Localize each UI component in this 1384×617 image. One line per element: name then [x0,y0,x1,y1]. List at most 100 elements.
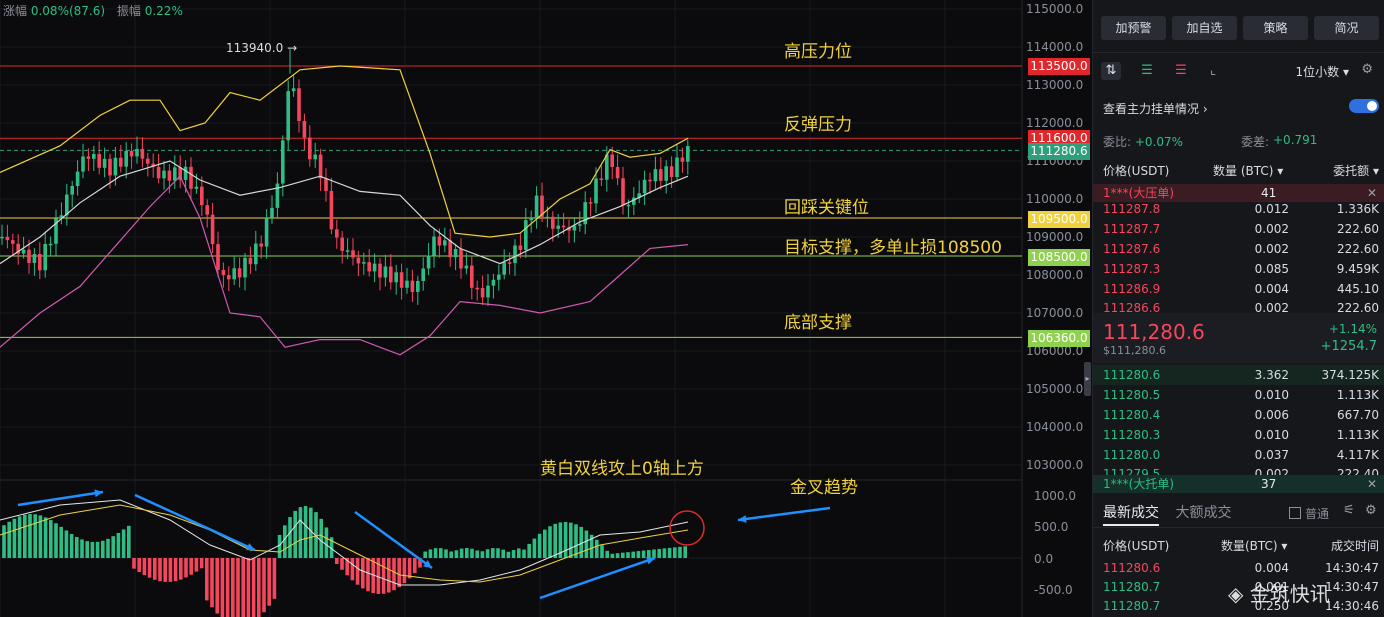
bid-row[interactable]: 111280.3 0.010 1.113K [1093,425,1384,445]
col-total-header[interactable]: 委托额 ▾ [1333,162,1379,179]
macd-bar [7,521,11,558]
bid-price: 111280.0 [1103,448,1161,462]
candle-body [70,186,74,195]
macd-bar [511,550,516,558]
stat-bar: 涨幅 0.08%(87.6) 振幅 0.22% [3,2,191,19]
macd-bar [439,548,443,558]
tab-latest-trades[interactable]: 最新成交 [1103,505,1159,521]
candle-body [108,158,112,176]
bid-qty: 0.002 [1254,467,1289,475]
add-watchlist-button[interactable]: 加自选 [1172,16,1237,40]
candle-body [443,240,447,246]
filter-icon[interactable]: ⚟ [1343,503,1355,518]
normal-label: 普通 [1305,507,1330,521]
chart-canvas[interactable] [0,0,1090,617]
trade-row[interactable]: 111280.6 0.004 14:30:47 [1093,558,1384,578]
macd-bar [626,552,630,558]
macd-bar [569,522,573,558]
tab-large-trades[interactable]: 大额成交 [1175,505,1231,521]
bid-price: 111280.3 [1103,428,1161,442]
macd-bar [361,558,365,589]
y-tick: 112000.0 [1026,116,1084,130]
candle-body [572,225,577,231]
main-orders-link[interactable]: 查看主力挂单情况 › [1103,100,1208,117]
bid-price: 111280.5 [1103,388,1161,402]
diff-label: 委差: [1241,135,1270,149]
candle-body [167,170,172,181]
macd-bar [392,558,396,591]
bid-row[interactable]: 111280.0 0.037 4.117K [1093,445,1384,465]
y-tick: 105000.0 [1026,382,1084,396]
bid-qty: 0.010 [1254,388,1289,402]
candle-body [81,156,85,172]
normal-checkbox[interactable]: 普通 [1289,505,1329,522]
bid-total: 374.125K [1321,368,1380,382]
orderbook-depth-icon[interactable]: ⌞ [1203,62,1223,80]
macd-bar [116,532,121,558]
main-orders-toggle[interactable] [1349,99,1379,113]
candle-body [227,275,231,280]
candle-body [448,240,452,258]
bid-row[interactable]: 111280.5 0.010 1.113K [1093,385,1384,405]
add-alert-button[interactable]: 加预警 [1101,16,1166,40]
ask-row[interactable]: 111287.3 0.085 9.459K [1093,259,1384,279]
bid-total: 667.70 [1337,408,1379,422]
bid-row[interactable]: 111279.5 0.002 222.40 [1093,464,1384,475]
bid-total: 4.117K [1336,448,1379,462]
macd-bar [610,553,615,558]
macd-tick: 500.0 [1034,520,1069,534]
candle-body [189,166,193,189]
ask-row[interactable]: 111287.6 0.002 222.60 [1093,239,1384,259]
candle-body [421,268,425,281]
annotation-arrow [134,493,256,552]
y-tick: 115000.0 [1026,2,1084,16]
candle-body [475,287,479,290]
collapse-panel-handle[interactable]: ▸ [1084,362,1091,396]
annotation-high-resistance: 高压力位 [784,42,852,62]
candle-body [43,243,47,271]
large-buy-label: 1***(大托单) [1103,477,1174,491]
close-icon[interactable]: ✕ [1367,475,1377,493]
orderbook-bids-icon[interactable]: ☰ [1137,62,1157,80]
y-tick: 108000.0 [1026,268,1084,282]
ask-row[interactable]: 111287.8 0.012 1.336K [1093,199,1384,219]
candle-body [583,202,587,225]
ask-price: 111287.3 [1103,262,1161,276]
settings-icon[interactable]: ⚙ [1365,503,1377,518]
last-change-value: +1254.7 [1320,339,1377,354]
candle-body [119,157,123,167]
bid-qty: 0.037 [1254,448,1289,462]
candle-body [502,262,506,275]
macd-bar [319,518,323,558]
col-qty-header[interactable]: 数量 (BTC) ▾ [1213,162,1283,179]
ask-row[interactable]: 111286.9 0.004 445.10 [1093,279,1384,299]
ask-row[interactable]: 111286.6 0.002 222.60 [1093,298,1384,313]
ratio-label: 委比: [1103,135,1132,149]
y-tick: 109000.0 [1026,230,1084,244]
y-tick: 113000.0 [1026,78,1084,92]
trade-col-qty[interactable]: 数量(BTC) ▾ [1221,537,1287,554]
strategy-button[interactable]: 策略 [1243,16,1308,40]
candle-body [232,268,236,280]
settings-icon[interactable]: ⚙ [1361,62,1373,77]
large-buy-band[interactable]: 1***(大托单) 37 ✕ [1093,475,1384,493]
overview-button[interactable]: 简况 [1314,16,1379,40]
macd-bar [350,558,355,581]
candle-body [210,214,215,245]
macd-bar [491,548,495,558]
ask-row[interactable]: 111287.7 0.002 222.60 [1093,219,1384,239]
candle-body [254,243,258,265]
candle-body [97,154,101,168]
bid-row[interactable]: 111280.4 0.006 667.70 [1093,405,1384,425]
trade-qty: 0.004 [1254,561,1289,575]
macd-bar [231,558,235,617]
bid-price: 111279.5 [1103,467,1161,475]
orderbook-both-icon[interactable]: ⇅ [1101,62,1121,80]
checkbox-box[interactable] [1289,507,1301,519]
macd-bar [277,534,282,558]
orderbook-asks-icon[interactable]: ☰ [1171,62,1191,80]
kline-chart[interactable]: 涨幅 0.08%(87.6) 振幅 0.22% 113940.0 → 高压力位 … [0,0,1090,617]
amplitude-value: 0.22% [144,4,183,18]
bid-row[interactable]: 111280.6 3.362 374.125K [1093,365,1384,385]
decimal-select[interactable]: 1位小数 ▾ [1296,63,1349,80]
